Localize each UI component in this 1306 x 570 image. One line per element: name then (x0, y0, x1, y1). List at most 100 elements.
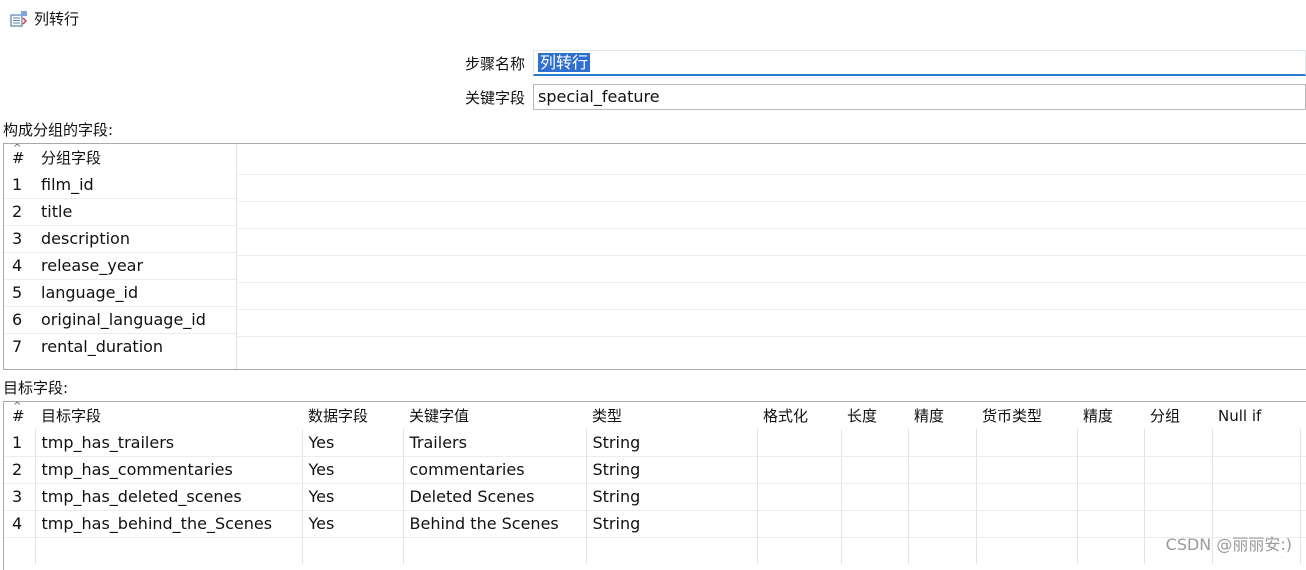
key-value-cell[interactable]: Deleted Scenes (402, 483, 586, 511)
step-icon (10, 10, 28, 28)
null-if-cell[interactable] (1211, 456, 1300, 484)
group-field-cell[interactable]: rental_duration (35, 333, 238, 360)
table-row[interactable]: 3 tmp_has_deleted_scenes Yes Deleted Sce… (4, 483, 1306, 511)
aggregation-cell[interactable]: - (1299, 510, 1306, 538)
table-row[interactable]: 4 tmp_has_behind_the_Scenes Yes Behind t… (4, 510, 1306, 538)
format-cell[interactable] (756, 483, 841, 511)
format-cell[interactable] (756, 456, 841, 484)
table-row[interactable]: 7 rental_duration (4, 333, 238, 360)
window-title-bar: 列转行 (10, 8, 79, 29)
precision-cell[interactable] (907, 483, 976, 511)
column-header-group-field[interactable]: 分组字段 (35, 144, 238, 171)
target-field-cell[interactable]: tmp_has_deleted_scenes (34, 483, 302, 511)
precision-2-cell[interactable] (1076, 456, 1144, 484)
column-header-num[interactable]: ^ # (4, 402, 35, 429)
group-cell[interactable] (1143, 483, 1212, 511)
column-header-aggregation[interactable]: 聚 (1300, 402, 1306, 429)
precision-2-cell[interactable] (1076, 429, 1144, 457)
column-header-num[interactable]: ^ # (4, 144, 35, 171)
step-name-value: 列转行 (538, 53, 591, 72)
precision-2-cell[interactable] (1076, 510, 1144, 538)
column-header-type[interactable]: 类型 (586, 402, 757, 429)
column-header-precision[interactable]: 精度 (908, 402, 976, 429)
row-number: 1 (4, 171, 35, 199)
data-field-cell[interactable]: Yes (301, 510, 403, 538)
type-cell[interactable]: String (585, 510, 757, 538)
row-number: 4 (4, 510, 35, 538)
key-value-cell[interactable]: Trailers (402, 429, 586, 457)
row-number: 6 (4, 306, 35, 334)
table-row[interactable]: 2 tmp_has_commentaries Yes commentaries … (4, 456, 1306, 484)
group-field-cell[interactable]: description (35, 225, 238, 253)
group-fields-label: 构成分组的字段: (3, 121, 114, 139)
precision-2-cell[interactable] (1076, 483, 1144, 511)
currency-cell[interactable] (975, 510, 1077, 538)
key-field-input[interactable]: special_feature (533, 84, 1306, 110)
format-cell[interactable] (756, 429, 841, 457)
column-header-length[interactable]: 长度 (841, 402, 908, 429)
precision-cell[interactable] (907, 429, 976, 457)
table-row[interactable]: 1 tmp_has_trailers Yes Trailers String - (4, 429, 1306, 457)
data-field-cell[interactable]: Yes (301, 483, 403, 511)
currency-cell[interactable] (975, 456, 1077, 484)
step-name-row: 步骤名称 列转行 (453, 50, 1306, 76)
type-cell[interactable]: String (585, 429, 757, 457)
currency-cell[interactable] (975, 429, 1077, 457)
table-row[interactable]: 1 film_id (4, 171, 238, 199)
type-cell[interactable]: String (585, 483, 757, 511)
group-field-cell[interactable]: film_id (35, 171, 238, 199)
target-field-cell[interactable]: tmp_has_behind_the_Scenes (34, 510, 302, 538)
format-cell[interactable] (756, 510, 841, 538)
group-cell[interactable] (1143, 456, 1212, 484)
aggregation-cell[interactable]: - (1299, 456, 1306, 484)
column-header-currency[interactable]: 货币类型 (976, 402, 1077, 429)
null-if-cell[interactable] (1211, 483, 1300, 511)
precision-cell[interactable] (907, 510, 976, 538)
data-field-cell[interactable]: Yes (301, 429, 403, 457)
table-row[interactable]: 5 language_id (4, 279, 238, 307)
group-fields-table[interactable]: ^ # 分组字段 1 film_id 2 title 3 description 4 re… (3, 143, 1306, 370)
type-cell[interactable]: String (585, 456, 757, 484)
step-name-input[interactable]: 列转行 (533, 50, 1306, 76)
group-field-cell[interactable]: release_year (35, 252, 238, 280)
column-header-null-if[interactable]: Null if (1212, 402, 1300, 429)
column-header-precision-2[interactable]: 精度 (1077, 402, 1144, 429)
target-field-cell[interactable]: tmp_has_commentaries (34, 456, 302, 484)
table-row-empty[interactable] (4, 537, 1306, 564)
aggregation-cell[interactable]: - (1299, 483, 1306, 511)
column-header-key-value[interactable]: 关键字值 (403, 402, 586, 429)
row-number: 5 (4, 279, 35, 307)
target-fields-table[interactable]: ^ # 目标字段 数据字段 关键字值 类型 格式化 长度 精度 货币类型 精度 分… (3, 401, 1306, 570)
data-field-cell[interactable]: Yes (301, 456, 403, 484)
sort-caret-icon: ^ (13, 144, 22, 154)
key-field-label: 关键字段 (464, 88, 525, 107)
length-cell[interactable] (840, 429, 908, 457)
target-field-cell[interactable]: tmp_has_trailers (34, 429, 302, 457)
length-cell[interactable] (840, 456, 908, 484)
row-number: 7 (12, 337, 23, 357)
length-cell[interactable] (840, 483, 908, 511)
row-number: 3 (4, 483, 35, 511)
key-value-cell[interactable]: commentaries (402, 456, 586, 484)
column-header-data-field[interactable]: 数据字段 (302, 402, 403, 429)
column-header-target-field[interactable]: 目标字段 (35, 402, 302, 429)
group-field-cell[interactable]: original_language_id (35, 306, 238, 334)
table-row[interactable]: 3 description (4, 225, 238, 253)
key-field-row: 关键字段 special_feature (453, 84, 1306, 110)
group-cell[interactable] (1143, 429, 1212, 457)
null-if-cell[interactable] (1211, 429, 1300, 457)
length-cell[interactable] (840, 510, 908, 538)
column-header-format[interactable]: 格式化 (757, 402, 841, 429)
watermark: CSDN @丽丽安:) (1165, 535, 1292, 554)
sort-caret-icon: ^ (13, 402, 22, 412)
column-header-group[interactable]: 分组 (1144, 402, 1212, 429)
table-row[interactable]: 2 title (4, 198, 238, 226)
aggregation-cell[interactable]: - (1299, 429, 1306, 457)
table-row[interactable]: 4 release_year (4, 252, 238, 280)
group-field-cell[interactable]: language_id (35, 279, 238, 307)
group-field-cell[interactable]: title (35, 198, 238, 226)
currency-cell[interactable] (975, 483, 1077, 511)
table-row[interactable]: 6 original_language_id (4, 306, 238, 334)
precision-cell[interactable] (907, 456, 976, 484)
key-value-cell[interactable]: Behind the Scenes (402, 510, 586, 538)
